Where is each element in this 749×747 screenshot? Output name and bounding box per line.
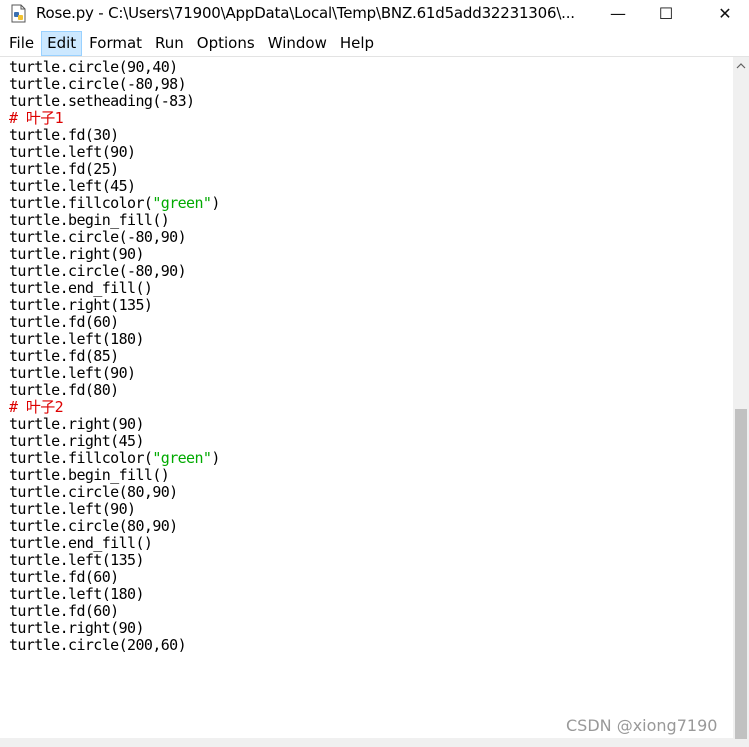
menu-options[interactable]: Options [191,31,261,56]
menu-run[interactable]: Run [149,31,190,56]
code-line: turtle.left(90) [9,500,136,518]
code-line: turtle.right(90) [9,619,145,637]
minimize-button[interactable]: — [595,0,641,27]
code-line: turtle.right(45) [9,432,145,450]
code-line: turtle.fd(80) [9,381,119,399]
watermark-text: CSDN @xiong7190 [566,716,718,735]
code-line: turtle.left(180) [9,330,145,348]
code-line: turtle.fd(60) [9,602,119,620]
code-line: turtle.circle(-80,98) [9,75,187,93]
code-line: turtle.left(45) [9,177,136,195]
close-button[interactable]: ✕ [702,0,748,27]
code-line: turtle.circle(80,90) [9,517,178,535]
code-line: turtle.setheading(-83) [9,92,195,110]
code-line: turtle.fillcolor("green") [9,195,220,212]
code-text: turtle.fillcolor( [9,449,153,467]
code-text: ) [211,449,220,467]
code-line: turtle.circle(-80,90) [9,228,187,246]
code-line: turtle.left(135) [9,551,145,569]
code-line: turtle.fd(85) [9,347,119,365]
code-line: turtle.end_fill() [9,534,153,552]
code-line: turtle.end_fill() [9,279,153,297]
code-line: turtle.left(90) [9,364,136,382]
title-bar[interactable]: Rose.py - C:\Users\71900\AppData\Local\T… [0,0,749,27]
chevron-up-icon[interactable] [733,57,749,74]
python-file-icon [11,4,26,23]
code-comment-line: # 叶子2 [9,398,64,416]
menu-bar: File Edit Format Run Options Window Help [0,31,749,56]
menu-help[interactable]: Help [334,31,380,56]
string-literal: "green" [152,449,212,467]
code-text: turtle.fillcolor( [9,194,153,212]
code-line: turtle.fd(30) [9,126,119,144]
code-line: turtle.circle(90,40) [9,58,178,76]
code-line: turtle.begin_fill() [9,211,170,229]
code-line: turtle.fd(25) [9,160,119,178]
code-comment-line: # 叶子1 [9,109,64,127]
code-line: turtle.fd(60) [9,313,119,331]
code-editor[interactable]: turtle.circle(90,40) turtle.circle(-80,98… [0,57,733,738]
code-line: turtle.begin_fill() [9,466,170,484]
code-line: turtle.fd(60) [9,568,119,586]
code-line: turtle.right(90) [9,245,145,263]
code-line: turtle.left(90) [9,143,136,161]
code-line: turtle.circle(80,90) [9,483,178,501]
code-line: turtle.left(180) [9,585,145,603]
horizontal-scrollbar[interactable] [0,738,733,747]
menu-file[interactable]: File [3,31,40,56]
menu-edit[interactable]: Edit [41,31,83,56]
menu-window[interactable]: Window [262,31,333,56]
code-line: turtle.circle(200,60) [9,636,187,654]
code-line: turtle.fillcolor("green") [9,450,220,467]
code-line: turtle.right(135) [9,296,153,314]
vertical-scrollbar[interactable] [733,57,749,747]
window-title: Rose.py - C:\Users\71900\AppData\Local\T… [36,4,575,22]
string-literal: "green" [152,194,212,212]
scrollbar-thumb[interactable] [735,409,747,739]
maximize-button[interactable]: ☐ [643,0,689,27]
code-line: turtle.circle(-80,90) [9,262,187,280]
code-line: turtle.right(90) [9,415,145,433]
code-text: ) [211,194,220,212]
menu-format[interactable]: Format [83,31,148,56]
